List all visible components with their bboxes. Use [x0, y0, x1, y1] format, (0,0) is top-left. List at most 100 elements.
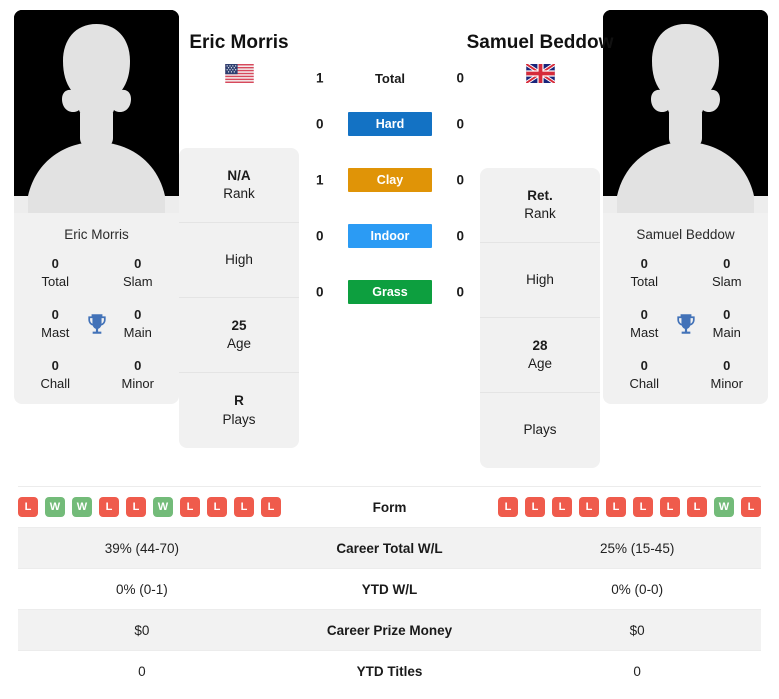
form-cell-right: LLLLLLLLWL	[498, 497, 761, 517]
head-to-head: 1 Total 0 0 Hard 0 1 Clay 0 0 Indoor 0 0	[300, 60, 480, 320]
form-badge-l[interactable]: L	[687, 497, 707, 517]
info-value: N/A	[227, 167, 251, 183]
stat-value: 0	[640, 358, 648, 374]
form-badge-l[interactable]: L	[660, 497, 680, 517]
form-badge-w[interactable]: W	[45, 497, 65, 517]
value-left: 39% (44-70)	[104, 540, 179, 556]
form-badge-l[interactable]: L	[633, 497, 653, 517]
stat-comparison-table: LWWLLWLLLL Form LLLLLLLLWL 39% (44-70) C…	[18, 486, 761, 691]
row-label: Form	[372, 499, 407, 515]
table-row-ytd-wl: 0% (0-1) YTD W/L 0% (0-0)	[18, 568, 761, 609]
player-card-left: Eric Morris 0 Total 0 Slam 0 Mast 0 Main…	[14, 10, 179, 405]
h2h-right-count: 0	[456, 284, 464, 300]
stat-value: 0	[134, 358, 142, 374]
title-stat-total: 0 Total	[603, 255, 686, 290]
surface-badge-grass[interactable]: Grass	[348, 280, 432, 304]
stat-value: 0	[51, 358, 59, 374]
surface-badge-clay[interactable]: Clay	[348, 168, 432, 192]
info-label: Plays	[523, 422, 557, 438]
info-label: High	[225, 251, 253, 267]
stat-label: Slam	[711, 273, 742, 289]
form-badges-left: LWWLLWLLLL	[18, 497, 281, 517]
info-row-rank: Ret. Rank	[480, 168, 600, 243]
row-label: YTD W/L	[361, 581, 418, 597]
form-cell-left: LWWLLWLLLL	[18, 497, 281, 517]
form-badge-l[interactable]: L	[126, 497, 146, 517]
h2h-left-count: 0	[316, 228, 324, 244]
stat-value: 0	[640, 256, 648, 272]
info-label: Age	[226, 336, 252, 351]
title-stat-minor: 0 Minor	[686, 357, 769, 392]
form-badge-l[interactable]: L	[525, 497, 545, 517]
value-right: $0	[629, 622, 645, 638]
title-stat-slam: 0 Slam	[686, 255, 769, 290]
player-photo-right	[603, 10, 768, 213]
form-badge-l[interactable]: L	[741, 497, 761, 517]
form-badge-l[interactable]: L	[207, 497, 227, 517]
info-row-plays: Plays	[480, 393, 600, 468]
title-stat-minor: 0 Minor	[97, 357, 180, 392]
info-row-age: 28 Age	[480, 318, 600, 393]
info-value: 28	[532, 337, 548, 353]
h2h-row-clay: 1 Clay 0	[300, 152, 480, 208]
form-badge-l[interactable]: L	[579, 497, 599, 517]
info-row-plays: R Plays	[179, 373, 299, 448]
title-stat-total: 0 Total	[14, 255, 97, 290]
info-label: Plays	[222, 411, 256, 427]
stat-value: 0	[51, 256, 59, 272]
titles-grid-left: 0 Total 0 Slam 0 Mast 0 Main 0 Chall 0 M…	[14, 255, 179, 392]
form-badge-w[interactable]: W	[72, 497, 92, 517]
form-badge-l[interactable]: L	[99, 497, 119, 517]
stat-label: Minor	[710, 375, 743, 391]
stat-value: 0	[134, 256, 142, 272]
player-name-right-card: Samuel Beddow	[636, 227, 735, 242]
table-row-ytd-titles: 0 YTD Titles 0	[18, 650, 761, 691]
info-row-high: High	[480, 243, 600, 318]
titles-card-left: Eric Morris 0 Total 0 Slam 0 Mast 0 Main…	[14, 213, 179, 405]
value-right: 0	[633, 663, 641, 679]
uk-flag-icon	[525, 64, 555, 84]
info-card-right: Ret. Rank High 28 Age Plays	[480, 168, 600, 468]
stat-label: Total	[630, 273, 658, 289]
value-left: $0	[134, 622, 150, 638]
form-badge-w[interactable]: W	[714, 497, 734, 517]
form-badge-l[interactable]: L	[606, 497, 626, 517]
player-header-right: Samuel Beddow	[460, 30, 620, 84]
form-badge-l[interactable]: L	[234, 497, 254, 517]
form-badge-l[interactable]: L	[180, 497, 200, 517]
h2h-right-count: 0	[456, 172, 464, 188]
form-badge-l[interactable]: L	[498, 497, 518, 517]
info-value: Ret.	[527, 187, 553, 203]
h2h-right-count: 0	[456, 70, 464, 86]
info-label: Age	[527, 356, 553, 371]
h2h-left-count: 1	[316, 70, 324, 86]
h2h-right-count: 0	[456, 228, 464, 244]
table-row-career-prize-money: $0 Career Prize Money $0	[18, 609, 761, 650]
form-badge-w[interactable]: W	[153, 497, 173, 517]
form-badges-right: LLLLLLLLWL	[498, 497, 761, 517]
info-value: 25	[231, 317, 247, 333]
player-card-right: Samuel Beddow 0 Total 0 Slam 0 Mast 0 Ma…	[603, 10, 769, 405]
h2h-row-grass: 0 Grass 0	[300, 264, 480, 320]
row-label: YTD Titles	[356, 663, 423, 679]
form-badge-l[interactable]: L	[261, 497, 281, 517]
player-name-left-card: Eric Morris	[64, 227, 129, 242]
form-badge-l[interactable]: L	[18, 497, 38, 517]
form-badge-l[interactable]: L	[552, 497, 572, 517]
surface-badge-hard[interactable]: Hard	[348, 112, 432, 136]
title-stat-chall: 0 Chall	[603, 357, 686, 392]
player-header-left: Eric Morris	[159, 30, 319, 84]
us-flag-icon	[224, 64, 254, 84]
avatar-silhouette-icon	[603, 10, 768, 213]
comparison-header: Eric Morris 0 Total 0 Slam 0 Mast 0 Main…	[0, 0, 779, 470]
stat-value: 0	[723, 256, 731, 272]
surface-badge-indoor[interactable]: Indoor	[348, 224, 432, 248]
h2h-total-label: Total	[374, 70, 406, 86]
avatar-silhouette-icon	[14, 10, 179, 213]
value-right: 25% (15-45)	[600, 540, 675, 556]
h2h-row-hard: 0 Hard 0	[300, 96, 480, 152]
stat-label: Chall	[629, 375, 660, 391]
trophy-icon	[87, 314, 106, 334]
stat-value: 0	[723, 358, 731, 374]
h2h-row-total: 1 Total 0	[300, 60, 480, 96]
